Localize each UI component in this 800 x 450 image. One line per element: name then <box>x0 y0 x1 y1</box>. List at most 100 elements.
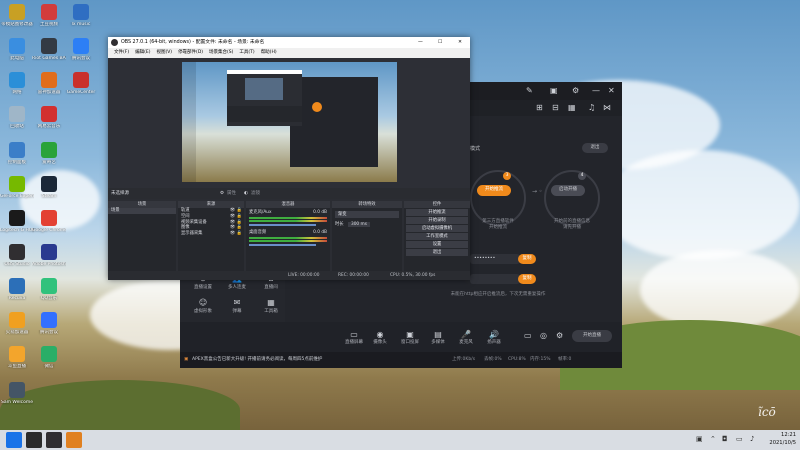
desktop-icon[interactable]: 腾讯会议 <box>64 38 98 62</box>
stream-app-taskbar-icon[interactable] <box>66 432 82 448</box>
obs-menu-item[interactable]: 视图(V) <box>156 50 172 55</box>
desktop-icon-label: 控制面板 <box>8 160 26 165</box>
desktop-icon[interactable]: 雷神加速器 <box>32 72 66 96</box>
bell-icon[interactable]: ♫ <box>588 103 595 112</box>
visibility-lock-icons[interactable]: 👁 🔒 <box>230 231 242 237</box>
desktop-icon[interactable]: Sam Welcome <box>0 382 34 406</box>
volume-slider[interactable] <box>249 223 316 226</box>
notice-text[interactable]: APEX黑盒公告已新大升级! 开播前请务必阅读，每周四5点前维护 <box>192 352 322 368</box>
minimize-icon[interactable]: — <box>592 86 600 95</box>
obs-menu-item[interactable]: 停靠部件(D) <box>178 50 203 55</box>
desktop-icon[interactable]: 回收站 <box>0 106 34 130</box>
desktop-icon[interactable]: 火箭加速器 <box>0 312 34 336</box>
duration-input[interactable]: 300 ms <box>347 222 370 227</box>
step-4-button[interactable]: 启动开播 <box>551 185 585 196</box>
server-url-field[interactable]: •••••••• <box>470 254 520 264</box>
desktop-icon[interactable]: 微信 <box>32 346 66 370</box>
desktop-icon[interactable]: Logitech G HUB <box>0 210 34 234</box>
gear-icon[interactable]: ⚙ <box>556 331 563 340</box>
bottom-tool-5[interactable]: 🔊 扬声器 <box>482 330 506 345</box>
desktop-icon[interactable]: Steam <box>32 176 66 200</box>
desktop-icon[interactable]: 腾讯会议 <box>32 312 66 336</box>
left-tool-chat[interactable]: ✉ 弹幕 <box>222 298 252 314</box>
taskbar-clock[interactable]: 12:21 2021/10/5 <box>769 432 796 447</box>
left-tool-avatar[interactable]: ☺ 虚拟形象 <box>188 298 218 314</box>
close-icon[interactable]: ✕ <box>608 86 615 95</box>
exit-button[interactable]: 退出 <box>406 249 468 256</box>
close-button[interactable]: ✕ <box>458 37 462 48</box>
desktop-icon[interactable]: OBS Studio <box>0 244 34 268</box>
tray-shield-icon[interactable]: ◘ <box>722 435 728 443</box>
volume-slider[interactable] <box>249 243 316 246</box>
start-icon[interactable] <box>6 432 22 448</box>
tray-volume-icon[interactable]: ♪ <box>750 435 754 443</box>
bottom-tool-2[interactable]: ▣ 窗口投屏 <box>398 330 422 345</box>
obs-menu-item[interactable]: 文件(F) <box>114 50 129 55</box>
desktop-icon[interactable]: Recuva <box>0 278 34 302</box>
desktop-icon[interactable]: Riot Games BATTLEGR... <box>32 38 66 62</box>
desktop-icon[interactable]: Adobe Photoshop <box>32 244 66 268</box>
start-virtual-camera-button[interactable]: 启动虚拟摄像机 <box>406 225 468 232</box>
filters-button[interactable]: 滤镜 <box>251 188 260 199</box>
studio-mode-button[interactable]: 工作室模式 <box>406 233 468 240</box>
desktop-icon[interactable]: 此电脑 <box>0 38 34 62</box>
exit-mode-button[interactable]: 退出 <box>582 143 608 153</box>
start-streaming-button[interactable]: 开始推流 <box>406 209 468 216</box>
scene-item[interactable]: 场景 <box>108 208 176 214</box>
desktop-icon[interactable]: 带模贴图修改器 <box>0 4 34 28</box>
start-live-button[interactable]: 开始直播 <box>572 330 612 342</box>
desktop-icon[interactable]: 爱奇艺 <box>32 142 66 166</box>
pin-icon[interactable]: ✎ <box>526 86 533 95</box>
desktop-icon[interactable]: Google Chrome <box>32 210 66 234</box>
obs-menu-item[interactable]: 编辑(E) <box>135 50 150 55</box>
tray-network-icon[interactable]: ▭ <box>736 435 743 443</box>
start-recording-button[interactable]: 开始录制 <box>406 217 468 224</box>
maximize-button[interactable]: ☐ <box>438 37 442 48</box>
desktop-icon[interactable]: 控制面板 <box>0 142 34 166</box>
cart-icon[interactable]: ⊟ <box>552 103 559 112</box>
desktop-icon[interactable]: 网络 <box>0 72 34 96</box>
bottom-tool-0[interactable]: ▭ 直播屏幕 <box>342 330 366 345</box>
obs-preview-canvas[interactable] <box>182 62 397 182</box>
obs-menu-item[interactable]: 帮助(H) <box>261 50 277 55</box>
filters-icon[interactable]: ◐ <box>244 188 248 199</box>
tray-chevron-icon[interactable]: ⌃ <box>710 435 716 443</box>
camera-toggle-icon[interactable]: ▭ <box>524 331 532 340</box>
left-tool-toolbox[interactable]: ▦ 工具箱 <box>256 298 286 314</box>
obs-menu-item[interactable]: 工具(T) <box>239 50 254 55</box>
search-icon[interactable] <box>26 432 42 448</box>
controls-header: 控件 <box>404 201 470 208</box>
box-icon[interactable]: ⊞ <box>536 103 543 112</box>
desktop-icon-label: 雷神加速器 <box>37 90 61 95</box>
obs-preview-area <box>108 58 470 188</box>
desktop-icon[interactable]: 斗鱼直播 <box>0 346 34 370</box>
bottom-tool-4[interactable]: 🎤 麦克风 <box>454 330 478 345</box>
stream-key-field[interactable] <box>470 274 520 284</box>
desktop-icon[interactable]: lx music <box>64 4 98 28</box>
layout-icon[interactable]: ▦ <box>568 103 576 112</box>
eye-icon[interactable]: ◎ <box>540 331 547 340</box>
obs-taskbar-icon[interactable] <box>46 432 62 448</box>
properties-button[interactable]: 属性 <box>227 188 236 199</box>
desktop-icon[interactable]: QQ音乐 <box>32 278 66 302</box>
transition-select[interactable]: 渐变 <box>335 211 399 218</box>
bottom-tool-3[interactable]: ▤ 多媒体 <box>426 330 450 345</box>
settings-button[interactable]: 设置 <box>406 241 468 248</box>
share-icon[interactable]: ⋈ <box>603 103 611 112</box>
desktop-icon[interactable]: 网易云音乐 <box>32 106 66 130</box>
tray-app-icon[interactable]: ▣ <box>696 435 703 443</box>
minimize-button[interactable]: — <box>418 37 423 48</box>
desktop-icon[interactable]: GameCenter <box>64 72 98 96</box>
properties-gear-icon[interactable]: ⚙ <box>220 188 224 199</box>
desktop-icon[interactable]: GeForce Experience <box>0 176 34 200</box>
desktop-icon-label: lx music <box>71 22 91 27</box>
desktop-icon[interactable]: 土豆视频 <box>32 4 66 28</box>
source-item[interactable]: 显示器采集 👁 🔒 <box>178 231 244 237</box>
gift-icon[interactable]: ▣ <box>550 86 558 95</box>
copy-server-button[interactable]: 复制 <box>518 254 536 264</box>
obs-menu-item[interactable]: 场景集合(S) <box>209 50 233 55</box>
copy-key-button[interactable]: 复制 <box>518 274 536 284</box>
bottom-tool-1[interactable]: ◉ 摄像头 <box>368 330 392 345</box>
step-3-button[interactable]: 开始推流 <box>477 185 511 196</box>
settings-icon[interactable]: ⚙ <box>572 86 579 95</box>
